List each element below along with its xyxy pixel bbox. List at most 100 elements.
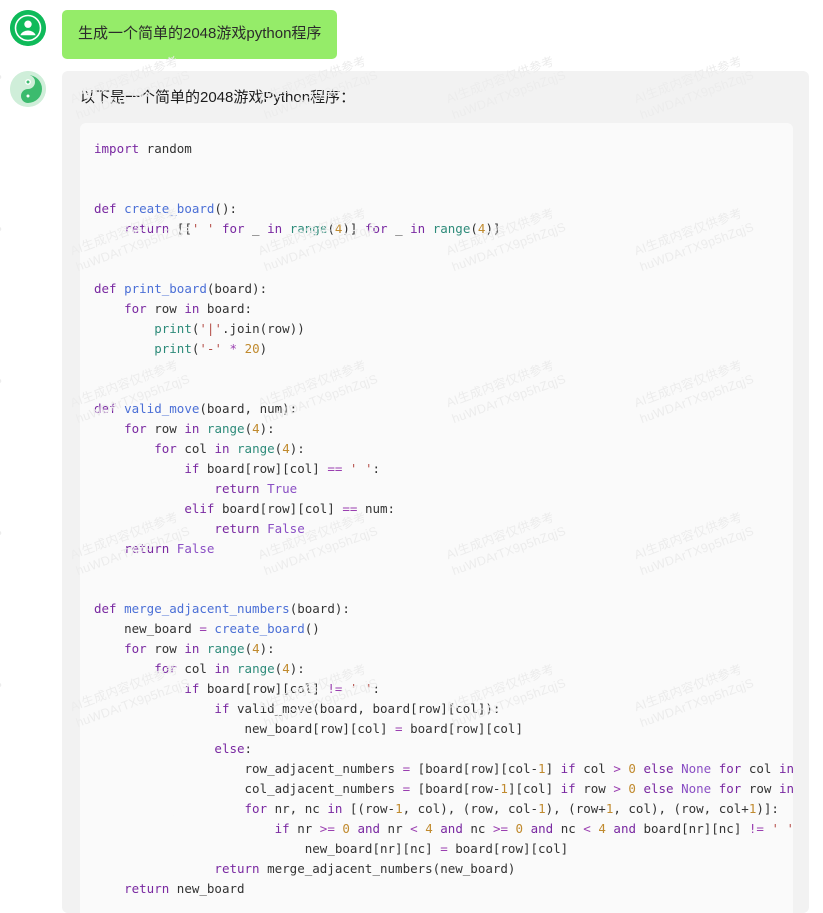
code-token: and (613, 821, 636, 836)
code-token: False (176, 541, 215, 556)
code-line: for row in board: (94, 299, 779, 319)
code-token: >= (492, 821, 509, 836)
code-token: range (289, 221, 328, 236)
code-token: ): (289, 441, 305, 456)
code-token: return (214, 521, 260, 536)
code-line: else: (94, 739, 779, 759)
code-token: new_board (94, 621, 200, 636)
code-token: board[row][col] (402, 721, 523, 736)
code-token: ( (244, 421, 253, 436)
code-token: def (94, 601, 117, 616)
code-token: 4 (282, 441, 290, 456)
code-token: col (575, 761, 614, 776)
code-token: = (402, 761, 411, 776)
code-token: = (440, 841, 448, 856)
code-token: row (146, 421, 185, 436)
code-token: for (718, 761, 742, 776)
code-token: [[ (169, 221, 192, 236)
code-token: board[row][col] (199, 681, 328, 696)
code-token: nr (380, 821, 411, 836)
code-token: nc (553, 821, 584, 836)
code-token: '|' (199, 321, 222, 336)
code-token: new_board[row][col] (94, 721, 396, 736)
code-token: False (267, 521, 305, 536)
code-token: (): (214, 201, 237, 216)
code-token: > (613, 761, 621, 776)
code-token: [board[row][col- (410, 761, 539, 776)
code-token: ' ' (191, 221, 215, 236)
code-token: for (154, 661, 177, 676)
user-message-bubble[interactable]: 生成一个简单的2048游戏python程序 (62, 10, 338, 59)
code-token: 4 (252, 641, 260, 656)
code-token: = (395, 721, 403, 736)
code-line: return [[' ' for _ in range(4)] for _ in… (94, 219, 779, 239)
code-token: and (440, 821, 463, 836)
code-token: in (214, 441, 230, 456)
code-token: range (206, 421, 245, 436)
code-token: )]: (756, 801, 779, 816)
code-token: ' ' (349, 461, 373, 476)
code-token: create_board (124, 201, 215, 216)
code-line: print('|'.join(row)) (94, 319, 779, 339)
code-token: def (94, 281, 117, 296)
code-token: .join(row)) (221, 321, 305, 336)
code-token: import (94, 141, 140, 156)
code-token: in (184, 421, 200, 436)
code-token: in (410, 221, 426, 236)
code-token: != (327, 681, 343, 696)
code-block[interactable]: import random def create_board(): return… (80, 123, 793, 913)
code-token: for (364, 221, 388, 236)
code-token: in (267, 221, 283, 236)
code-token: board[row][col] (447, 841, 569, 856)
user-person-icon[interactable] (10, 10, 46, 46)
code-token: True (267, 481, 298, 496)
code-token: : (244, 741, 253, 756)
code-token: if (560, 781, 576, 796)
code-token: == (327, 461, 343, 476)
code-token: 1 (538, 761, 546, 776)
code-token: range (237, 661, 275, 676)
code-token: [(row- (342, 801, 396, 816)
chat-conversation: 生成一个简单的2048游戏python程序 以下是一个简单的2048游戏Pyth… (0, 0, 823, 913)
code-token: 1 (395, 801, 403, 816)
code-token: [board[row- (410, 781, 501, 796)
code-line: if valid_move(board, board[row][col]): (94, 699, 779, 719)
code-line: elif board[row][col] == num: (94, 499, 779, 519)
code-line: return False (94, 519, 779, 539)
assistant-message-bubble[interactable]: 以下是一个简单的2048游戏Python程序： import random de… (62, 71, 809, 913)
yin-yang-icon[interactable] (10, 71, 46, 107)
code-token: for (154, 441, 177, 456)
code-token: = (199, 621, 207, 636)
code-token: range (432, 221, 471, 236)
code-token: if (184, 461, 200, 476)
code-token: if (214, 701, 230, 716)
code-token: None (681, 781, 712, 796)
code-token: col (176, 441, 215, 456)
code-token: )] (485, 221, 501, 236)
code-line: print('-' * 20) (94, 339, 779, 359)
